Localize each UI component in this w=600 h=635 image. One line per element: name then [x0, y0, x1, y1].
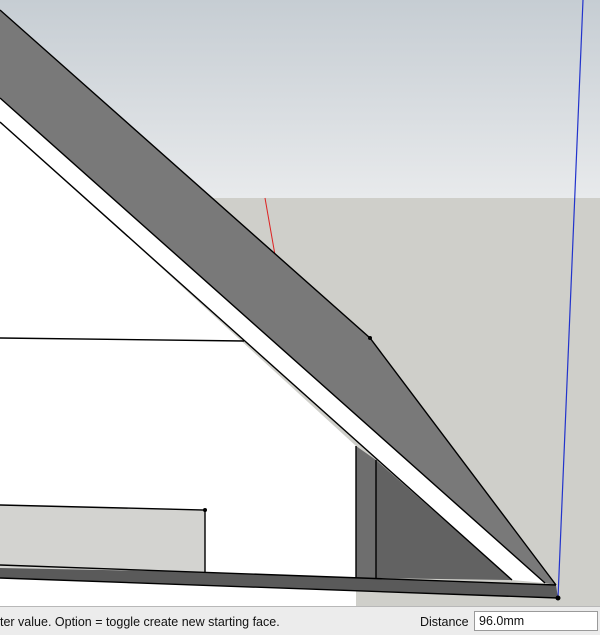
- measurement-input[interactable]: [474, 611, 598, 631]
- status-hint-text: ter value. Option = toggle create new st…: [0, 615, 280, 629]
- lower-box-face[interactable]: [0, 505, 205, 572]
- vertex-marker-box-corner: [203, 508, 207, 512]
- sketchup-window: ter value. Option = toggle create new st…: [0, 0, 600, 635]
- post-face[interactable]: [356, 446, 376, 578]
- vertex-marker-base: [555, 595, 561, 601]
- vertex-marker-roof-ridge: [368, 336, 372, 340]
- modeling-viewport[interactable]: [0, 0, 600, 606]
- measurement-label: Distance: [420, 615, 469, 629]
- status-bar: ter value. Option = toggle create new st…: [0, 606, 600, 635]
- model-canvas[interactable]: [0, 0, 600, 606]
